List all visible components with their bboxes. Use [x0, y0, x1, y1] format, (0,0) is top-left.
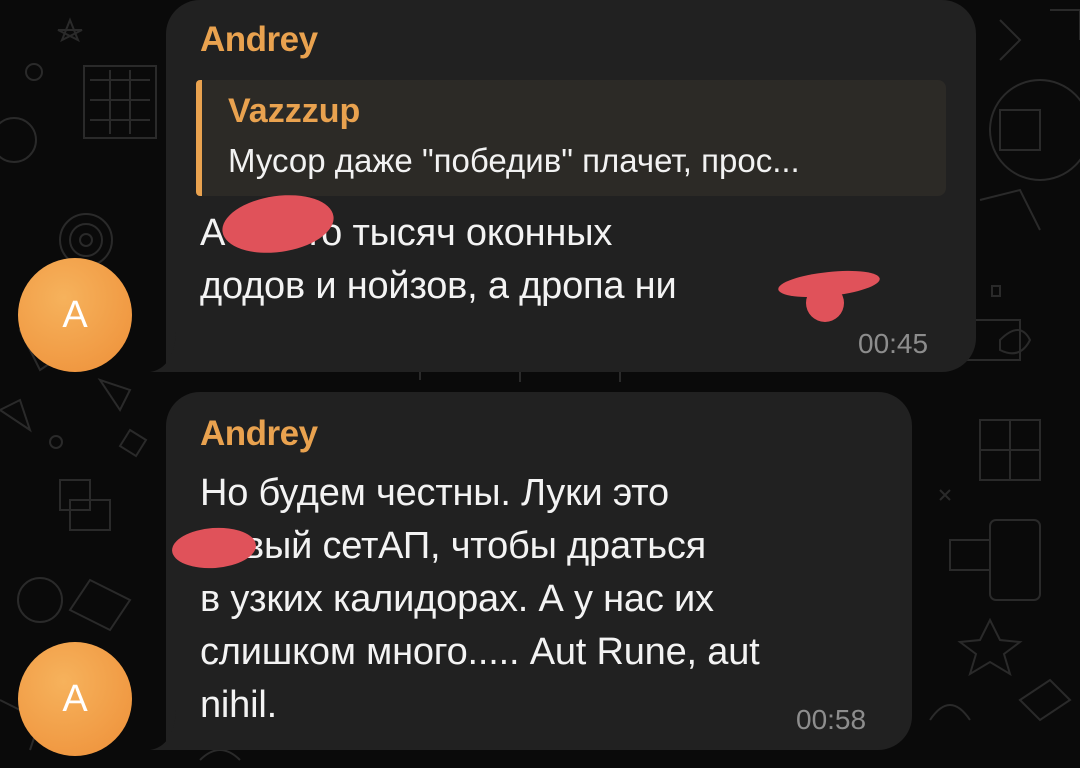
reply-text: Мусор даже "победив" плачет, прос...	[228, 142, 800, 179]
message-timestamp: 00:45	[858, 328, 929, 359]
message-text-line: додов и нойзов, а дропа ни	[200, 265, 677, 307]
reply-author: Vazzzup	[228, 92, 361, 130]
message-text-line: слишком много..... Aut Rune, aut	[200, 631, 760, 673]
message-text-line: вый сетАП, чтобы драться	[244, 525, 707, 567]
sender-name[interactable]: Andrey	[200, 414, 318, 454]
user-avatar[interactable]: A	[18, 642, 132, 756]
message-bubble[interactable]: Andrey Vazzzup Мусор даже "победив" плач…	[166, 0, 976, 372]
reply-quote[interactable]: Vazzzup Мусор даже "победив" плачет, про…	[196, 80, 946, 196]
reply-accent-bar	[196, 80, 202, 196]
user-avatar[interactable]: A	[18, 258, 132, 372]
sender-name[interactable]: Andrey	[200, 20, 318, 60]
bubble-tail	[150, 332, 190, 372]
message-text-line: Но будем честны. Луки это	[200, 472, 669, 514]
chat-background: Andrey Vazzzup Мусор даже "победив" плач…	[0, 0, 1080, 768]
bubble-tail	[150, 710, 190, 750]
redaction-mark	[806, 284, 844, 322]
message-timestamp: 00:58	[796, 704, 867, 735]
message-text-line: в узких калидорах. А у нас их	[200, 578, 714, 620]
message-bubble[interactable]: Andrey Но будем честны. Луки это вый сет…	[166, 392, 912, 750]
message-text-line: nihil.	[200, 684, 277, 726]
